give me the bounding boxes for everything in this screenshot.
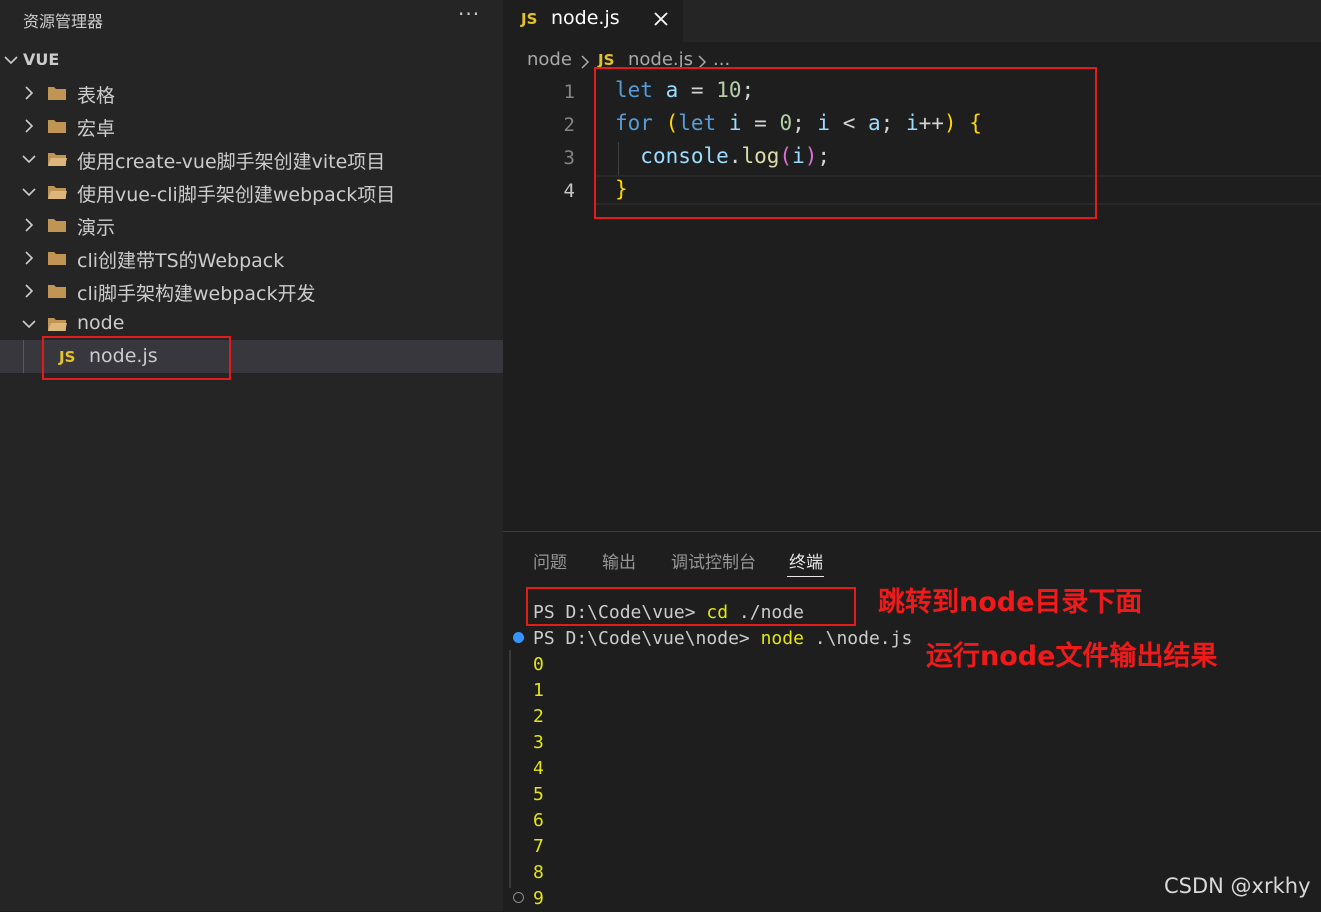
chevron-down-icon bbox=[22, 155, 36, 164]
tree-item-label: 表格 bbox=[77, 85, 116, 107]
terminal-output-line: 4 bbox=[533, 758, 544, 779]
chevron-right-icon bbox=[25, 284, 34, 298]
explorer-title: 资源管理器 bbox=[23, 12, 104, 31]
terminal-output-line: 5 bbox=[533, 784, 544, 805]
tree-item-folder[interactable]: cli创建带TS的Webpack bbox=[0, 241, 503, 274]
active-tab-indicator bbox=[787, 576, 824, 577]
line-number: 4 bbox=[563, 180, 575, 202]
terminal-command: node bbox=[760, 628, 804, 649]
tree-item-label: 宏卓 bbox=[77, 118, 116, 140]
editor-tab-bar: JS node.js bbox=[503, 0, 1321, 42]
close-icon[interactable] bbox=[652, 10, 670, 28]
tree-item-folder[interactable]: 宏卓 bbox=[0, 109, 503, 142]
terminal-line-node: PS D:\Code\vue\node> node .\node.js bbox=[533, 628, 912, 649]
terminal-output-line: 7 bbox=[533, 836, 544, 857]
watermark: CSDN @xrkhy bbox=[1164, 874, 1311, 898]
explorer-header: 资源管理器 ··· bbox=[0, 0, 503, 38]
terminal-prompt: PS D:\Code\vue\node> bbox=[533, 628, 761, 649]
tab-terminal[interactable]: 终端 bbox=[789, 548, 823, 573]
chevron-right-icon bbox=[581, 55, 590, 69]
command-pending-icon[interactable] bbox=[513, 892, 524, 903]
folder-open-icon bbox=[48, 186, 67, 199]
folder-icon bbox=[48, 252, 66, 265]
command-decoration-bar bbox=[509, 650, 511, 888]
tree-item-label: cli创建带TS的Webpack bbox=[77, 250, 285, 272]
tab-problems[interactable]: 问题 bbox=[533, 548, 567, 573]
chevron-down-icon bbox=[22, 320, 36, 329]
breadcrumb-folder[interactable]: node bbox=[527, 49, 572, 70]
highlight-box-file bbox=[42, 336, 231, 380]
terminal-output-line: 8 bbox=[533, 862, 544, 883]
highlight-box-cd bbox=[526, 587, 856, 626]
folder-open-icon bbox=[48, 153, 67, 166]
workspace-root[interactable]: VUE bbox=[0, 46, 503, 74]
folder-icon bbox=[48, 219, 66, 232]
annotation-run: 运行node文件输出结果 bbox=[926, 641, 1218, 672]
line-number: 3 bbox=[563, 147, 575, 169]
terminal-output-line: 6 bbox=[533, 810, 544, 831]
tab-label: node.js bbox=[551, 7, 620, 29]
tab-debug-console[interactable]: 调试控制台 bbox=[671, 548, 756, 573]
tree-item-label: cli脚手架构建webpack开发 bbox=[77, 283, 316, 305]
tree-item-folder[interactable]: cli脚手架构建webpack开发 bbox=[0, 274, 503, 307]
line-number: 1 bbox=[563, 81, 575, 103]
folder-icon bbox=[48, 285, 66, 298]
tab-output[interactable]: 输出 bbox=[602, 548, 636, 573]
command-success-icon[interactable] bbox=[513, 632, 524, 643]
tree-item-label: 使用create-vue脚手架创建vite项目 bbox=[77, 151, 386, 173]
chevron-right-icon bbox=[25, 251, 34, 265]
tree-item-label: 使用vue-cli脚手架创建webpack项目 bbox=[77, 184, 396, 206]
tree-item-folder[interactable]: 演示 bbox=[0, 208, 503, 241]
explorer-sidebar: 资源管理器 ··· VUE 表格宏卓使用create-vue脚手架创建vite项… bbox=[0, 0, 503, 911]
tree-item-label: node bbox=[77, 312, 125, 334]
folder-open-icon bbox=[48, 318, 67, 331]
folder-icon bbox=[48, 120, 66, 133]
folder-icon bbox=[48, 87, 66, 100]
tree-item-label: 演示 bbox=[77, 217, 116, 239]
tree-item-folder[interactable]: 使用vue-cli脚手架创建webpack项目 bbox=[0, 175, 503, 208]
terminal-args: .\node.js bbox=[803, 628, 913, 649]
tree-item-folder[interactable]: 表格 bbox=[0, 76, 503, 109]
more-actions-icon[interactable]: ··· bbox=[458, 2, 480, 26]
annotation-cd: 跳转到node目录下面 bbox=[878, 587, 1143, 618]
chevron-right-icon bbox=[25, 119, 34, 133]
javascript-file-icon: JS bbox=[521, 10, 538, 28]
terminal-output-line: 0 bbox=[533, 654, 544, 675]
tree-indent-guide bbox=[23, 340, 24, 373]
highlight-box-code bbox=[594, 67, 1097, 219]
terminal-output-line: 3 bbox=[533, 732, 544, 753]
line-number: 2 bbox=[563, 114, 575, 136]
terminal-output-line: 9 bbox=[533, 888, 544, 909]
tree-item-folder[interactable]: 使用create-vue脚手架创建vite项目 bbox=[0, 142, 503, 175]
terminal-output-line: 2 bbox=[533, 706, 544, 727]
chevron-right-icon bbox=[25, 86, 34, 100]
tab-node-js[interactable]: JS node.js bbox=[503, 0, 683, 42]
chevron-down-icon bbox=[22, 188, 36, 197]
chevron-right-icon bbox=[25, 218, 34, 232]
workspace-root-label: VUE bbox=[23, 50, 60, 69]
terminal-output-line: 1 bbox=[533, 680, 544, 701]
chevron-down-icon bbox=[4, 56, 18, 65]
